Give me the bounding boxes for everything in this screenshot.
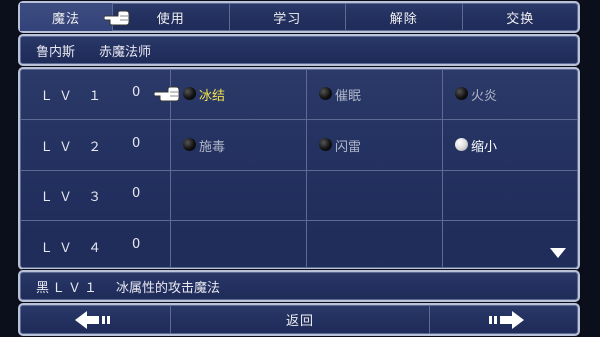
white-orb-icon <box>455 137 468 151</box>
level-label: ＬＶ ２ <box>40 139 108 155</box>
empty-spell-slot[interactable] <box>171 220 307 268</box>
empty-spell-slot[interactable] <box>443 170 578 220</box>
empty-spell-slot[interactable] <box>307 170 443 220</box>
level-count: 0 <box>132 135 141 151</box>
empty-spell-slot[interactable] <box>307 220 443 268</box>
level-row: ＬＶ １ 0 冰结 催眠 火炎 <box>20 69 578 120</box>
character-job: 赤魔法师 <box>99 44 152 60</box>
level-label: ＬＶ １ <box>40 89 108 104</box>
empty-spell-slot[interactable] <box>443 221 578 269</box>
spell-slot[interactable]: 火炎 <box>443 69 578 119</box>
tab-2[interactable]: 学习 <box>230 3 346 31</box>
description-text: 冰属性的攻击魔法 <box>116 280 221 296</box>
level-label-cell: ＬＶ ３ 0 <box>20 170 171 220</box>
black-orb-icon <box>183 87 196 100</box>
spell-slot[interactable]: 催眠 <box>307 69 443 119</box>
tab-label: 学习 <box>273 11 302 27</box>
level-count: 0 <box>132 85 141 100</box>
spell-slot[interactable]: 缩小 <box>443 120 578 170</box>
tab-bar: 魔法 使用 学习 解除 交换 <box>18 1 580 33</box>
arrow-right-icon <box>489 310 524 329</box>
scroll-down-icon[interactable] <box>550 248 566 258</box>
level-label-cell: ＬＶ ２ 0 <box>20 119 171 170</box>
spell-slot[interactable]: 施毒 <box>171 119 307 170</box>
spell-slot[interactable]: 闪雷 <box>307 119 443 170</box>
tab-label: 解除 <box>389 11 418 27</box>
character-panel: 鲁内斯 赤魔法师 <box>18 34 580 66</box>
level-label-cell: ＬＶ １ 0 <box>20 69 171 119</box>
tab-label: 使用 <box>156 11 185 27</box>
spell-name: 施毒 <box>199 139 226 155</box>
prev-page-button[interactable] <box>20 305 171 334</box>
black-orb-icon <box>319 137 332 151</box>
pointer-hand-icon <box>104 10 130 26</box>
description-panel: 黑ＬＶ１ 冰属性的攻击魔法 <box>18 270 580 302</box>
black-orb-icon <box>183 137 196 151</box>
next-page-button[interactable] <box>430 305 578 334</box>
level-count: 0 <box>132 186 141 201</box>
tab-1[interactable]: 使用 <box>113 3 230 31</box>
black-orb-icon <box>455 87 468 100</box>
black-orb-icon <box>319 87 332 100</box>
back-button[interactable]: 返回 <box>171 305 430 334</box>
tab-label: 魔法 <box>51 11 80 27</box>
tab-label: 交换 <box>506 11 535 27</box>
description-category: 黑ＬＶ１ <box>36 280 101 296</box>
character-name: 鲁内斯 <box>36 44 76 60</box>
tab-4[interactable]: 交换 <box>463 3 579 31</box>
back-label: 返回 <box>285 314 314 329</box>
level-label: ＬＶ ３ <box>40 190 108 205</box>
level-label: ＬＶ ４ <box>40 240 108 256</box>
spell-name: 缩小 <box>471 139 498 155</box>
spell-name: 闪雷 <box>335 139 362 155</box>
empty-spell-slot[interactable] <box>171 170 307 220</box>
tab-3[interactable]: 解除 <box>346 3 463 31</box>
spell-grid-panel: ＬＶ １ 0 冰结 催眠 火炎 ＬＶ ２ 0 施毒 闪雷 缩小 ＬＶ ３ 0 ＬＶ ４ 0 <box>18 67 580 270</box>
level-row: ＬＶ ２ 0 施毒 闪雷 缩小 <box>20 119 578 171</box>
level-count: 0 <box>132 236 141 252</box>
nav-bar: 返回 <box>18 303 580 336</box>
level-row: ＬＶ ４ 0 <box>20 220 578 269</box>
spell-name: 催眠 <box>335 89 362 104</box>
arrow-left-icon <box>75 310 110 329</box>
level-row: ＬＶ ３ 0 <box>20 170 578 221</box>
tab-0[interactable]: 魔法 <box>20 3 113 31</box>
spell-name: 火炎 <box>471 89 498 104</box>
level-label-cell: ＬＶ ４ 0 <box>20 220 171 268</box>
spell-slot[interactable]: 冰结 <box>171 69 307 119</box>
spell-name: 冰结 <box>199 89 226 104</box>
pointer-hand-icon <box>154 86 180 102</box>
